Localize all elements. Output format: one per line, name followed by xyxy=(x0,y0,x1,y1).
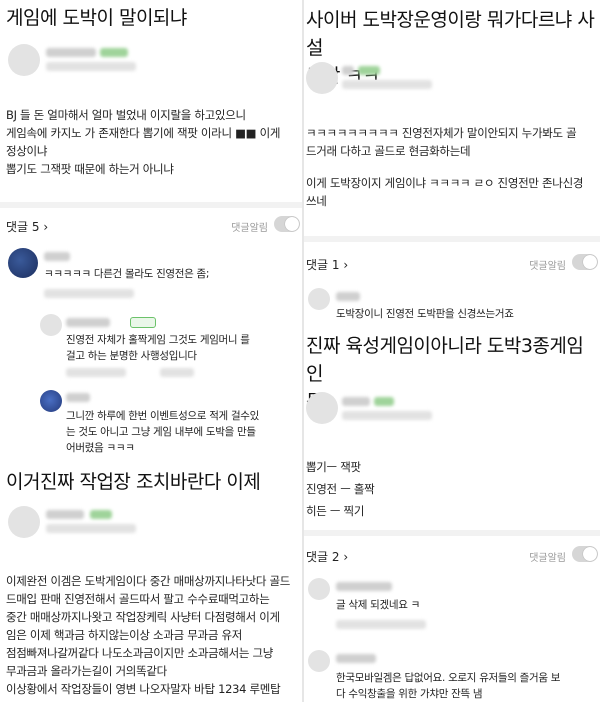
post-body-line: 무과금과 올라가는길이 거의똑같다 xyxy=(6,664,167,678)
reply-text-line: 어버렸음 ㅋㅋㅋ xyxy=(66,442,135,454)
reply-text-line: 는 것도 아니고 그냥 게임 내부에 도박을 만들 xyxy=(66,426,256,438)
post-title: 사이버 도박장운영이랑 뭐가다르냐 사설 도박 ㅋㅋ xyxy=(304,6,600,90)
post-body: BJ 들 돈 얼마해서 얼마 벌었내 이지랄을 하고있으니 게임속에 카지노 가… xyxy=(0,106,302,178)
comment-header: 댓글 1 › 댓글알림 xyxy=(304,252,600,276)
post-body: 이제완전 이겜은 도박게임이다 중간 매매상까지나타낫다 골드 드매입 판매 진… xyxy=(0,572,302,698)
reply-author[interactable] xyxy=(66,318,110,327)
post-body-line: 진영전 ㅡ 홀짝 xyxy=(306,482,375,496)
reply-avatar[interactable] xyxy=(40,314,62,336)
comment-count-link[interactable]: 댓글 5 › xyxy=(6,218,48,235)
section-divider xyxy=(0,202,302,208)
post-body-line: 중간 매매상까지나왓고 작업장케릭 사냥터 다점령해서 이게 xyxy=(6,610,280,624)
post-body-line: 게임속에 카지노 가 존재한다 뽑기에 잭팟 이라니 ■■ 이게 xyxy=(6,126,281,140)
post-body-line: 정상이냐 xyxy=(6,144,48,158)
comment-text: ㅋㅋㅋㅋㅋ 다른건 몰라도 진영전은 좀; xyxy=(44,268,210,280)
reply-author[interactable] xyxy=(66,393,90,402)
comment-alarm-toggle[interactable] xyxy=(572,546,598,562)
post-body-line: 드매입 판매 진영전해서 골드따서 팔고 수수료때먹고하는 xyxy=(6,592,270,606)
comment-avatar[interactable] xyxy=(308,650,330,672)
post-title-text: 게임에 도박이 말이되냐 xyxy=(6,7,187,29)
section-divider xyxy=(304,530,600,536)
comment-count-link[interactable]: 댓글 1 › xyxy=(306,256,348,273)
post-title-line: 진짜 육성게임이아니라 도박3종게임 인 xyxy=(306,335,584,385)
comment-alarm-label: 댓글알림 xyxy=(231,223,268,234)
post-body-line: 이제완전 이겜은 도박게임이다 중간 매매상까지나타낫다 골드 xyxy=(6,574,291,588)
level-badge xyxy=(100,48,128,57)
post-body-line: 이게 도박장이지 게임이냐 ㅋㅋㅋㅋ ㄹㅇ 진영전만 존나신경 xyxy=(306,176,584,190)
comment-avatar[interactable] xyxy=(8,248,38,278)
post-meta xyxy=(46,62,136,71)
post-title: 게임에 도박이 말이되냐 xyxy=(0,4,302,32)
post-body-line: 히든 ㅡ 찍기 xyxy=(306,504,365,518)
section-divider xyxy=(304,236,600,242)
comment-avatar[interactable] xyxy=(308,288,330,310)
reply-text-line: 걸고 하는 분명한 사행성입니다 xyxy=(66,350,197,362)
comment-count-link[interactable]: 댓글 2 › xyxy=(306,548,348,565)
avatar[interactable] xyxy=(306,392,338,424)
level-badge xyxy=(358,66,380,75)
comment-author[interactable] xyxy=(336,292,360,301)
comment-author[interactable] xyxy=(336,582,392,591)
post-meta xyxy=(342,411,432,420)
avatar[interactable] xyxy=(8,44,40,76)
post-body-line: 쓰네 xyxy=(306,194,327,208)
avatar[interactable] xyxy=(306,62,338,94)
post-title: 이거진짜 작업장 조치바란다 이제 xyxy=(0,468,302,496)
reply-text: 진영전 자체가 홀짝게임 그것도 게임머니 를 걸고 하는 분명한 사행성입니다 xyxy=(66,332,296,364)
comment-alarm-toggle[interactable] xyxy=(572,254,598,270)
reply-meta xyxy=(66,368,126,377)
author-name[interactable] xyxy=(46,510,84,519)
post-meta xyxy=(46,524,136,533)
right-screenshot-panel: 사이버 도박장운영이랑 뭐가다르냐 사설 도박 ㅋㅋ ㅋㅋㅋㅋㅋㅋㅋㅋㅋ 진영전… xyxy=(304,0,600,702)
reply-text-line: 그니깐 하루에 한번 이벤트성으로 적게 걸수있 xyxy=(66,410,260,422)
author-name[interactable] xyxy=(342,397,370,406)
comment-avatar[interactable] xyxy=(308,578,330,600)
comment-text: 한국모바일겜은 답없어요. 오로지 유저들의 즐거움 보 다 수익창출을 위한 … xyxy=(336,670,598,702)
reply-avatar[interactable] xyxy=(40,390,62,412)
author-name[interactable] xyxy=(46,48,96,57)
comment-header: 댓글 2 › 댓글알림 xyxy=(304,544,600,568)
post-body-line: BJ 들 돈 얼마해서 얼마 벌었내 이지랄을 하고있으니 xyxy=(6,108,246,122)
comment-header: 댓글 5 › 댓글알림 xyxy=(0,214,302,238)
post-body-line: ㅋㅋㅋㅋㅋㅋㅋㅋㅋ 진영전자체가 말이안되지 누가봐도 골 xyxy=(306,126,577,140)
post-body-line: 이상황에서 작업장들이 영변 나오자말자 바탑 1234 루멘탑 xyxy=(6,682,281,696)
comment-author[interactable] xyxy=(44,252,70,261)
post-body: 뽑기ㅡ 잭팟 진영전 ㅡ 홀짝 히든 ㅡ 찍기 xyxy=(304,456,600,522)
comment-text: 도박장이니 진영전 도박판을 신경쓰는거죠 xyxy=(336,308,514,320)
comment-meta xyxy=(336,620,426,629)
post-body-line: 뽑기도 그잭팟 때문에 하는거 아니냐 xyxy=(6,162,174,176)
comment-alarm-label: 댓글알림 xyxy=(529,553,566,564)
comment-author[interactable] xyxy=(336,654,376,663)
reply-text: 그니깐 하루에 한번 이벤트성으로 적게 걸수있 는 것도 아니고 그냥 게임 … xyxy=(66,408,296,456)
post-body-line: 점점빠져나갈꺼같다 나도소과금이지만 소과금해서는 그냥 xyxy=(6,646,274,660)
post-body-line: 임은 이제 핵과금 하지않는이상 소과금 무과금 유저 xyxy=(6,628,243,642)
comment-text: 글 삭제 되겠네요 ㅋ xyxy=(336,599,420,611)
post-title-text: 이거진짜 작업장 조치바란다 이제 xyxy=(6,471,261,493)
reply-action[interactable] xyxy=(160,368,194,377)
post-title-line: 사이버 도박장운영이랑 뭐가다르냐 사설 xyxy=(306,9,595,59)
post-meta xyxy=(342,80,432,89)
comment-meta xyxy=(44,289,134,298)
avatar[interactable] xyxy=(8,506,40,538)
comment-alarm-label: 댓글알림 xyxy=(529,261,566,272)
comment-text-line: 다 수익창출을 위한 가챠만 잔뜩 냄 xyxy=(336,688,483,700)
post-body-line: 드거래 다하고 골드로 현금화하는데 xyxy=(306,144,471,158)
comment-text-line: 한국모바일겜은 답없어요. 오로지 유저들의 즐거움 보 xyxy=(336,672,561,684)
level-badge xyxy=(90,510,112,519)
left-screenshot-panel: 게임에 도박이 말이되냐 BJ 들 돈 얼마해서 얼마 벌었내 이지랄을 하고있… xyxy=(0,0,302,702)
comment-alarm-toggle[interactable] xyxy=(274,216,300,232)
post-body-line: 뽑기ㅡ 잭팟 xyxy=(306,460,361,474)
post-body: ㅋㅋㅋㅋㅋㅋㅋㅋㅋ 진영전자체가 말이안되지 누가봐도 골 드거래 다하고 골드… xyxy=(304,124,600,210)
author-name[interactable] xyxy=(342,66,354,75)
author-tag xyxy=(130,317,156,328)
post-body-line xyxy=(304,160,600,174)
level-badge xyxy=(374,397,394,406)
reply-text-line: 진영전 자체가 홀짝게임 그것도 게임머니 를 xyxy=(66,334,250,346)
